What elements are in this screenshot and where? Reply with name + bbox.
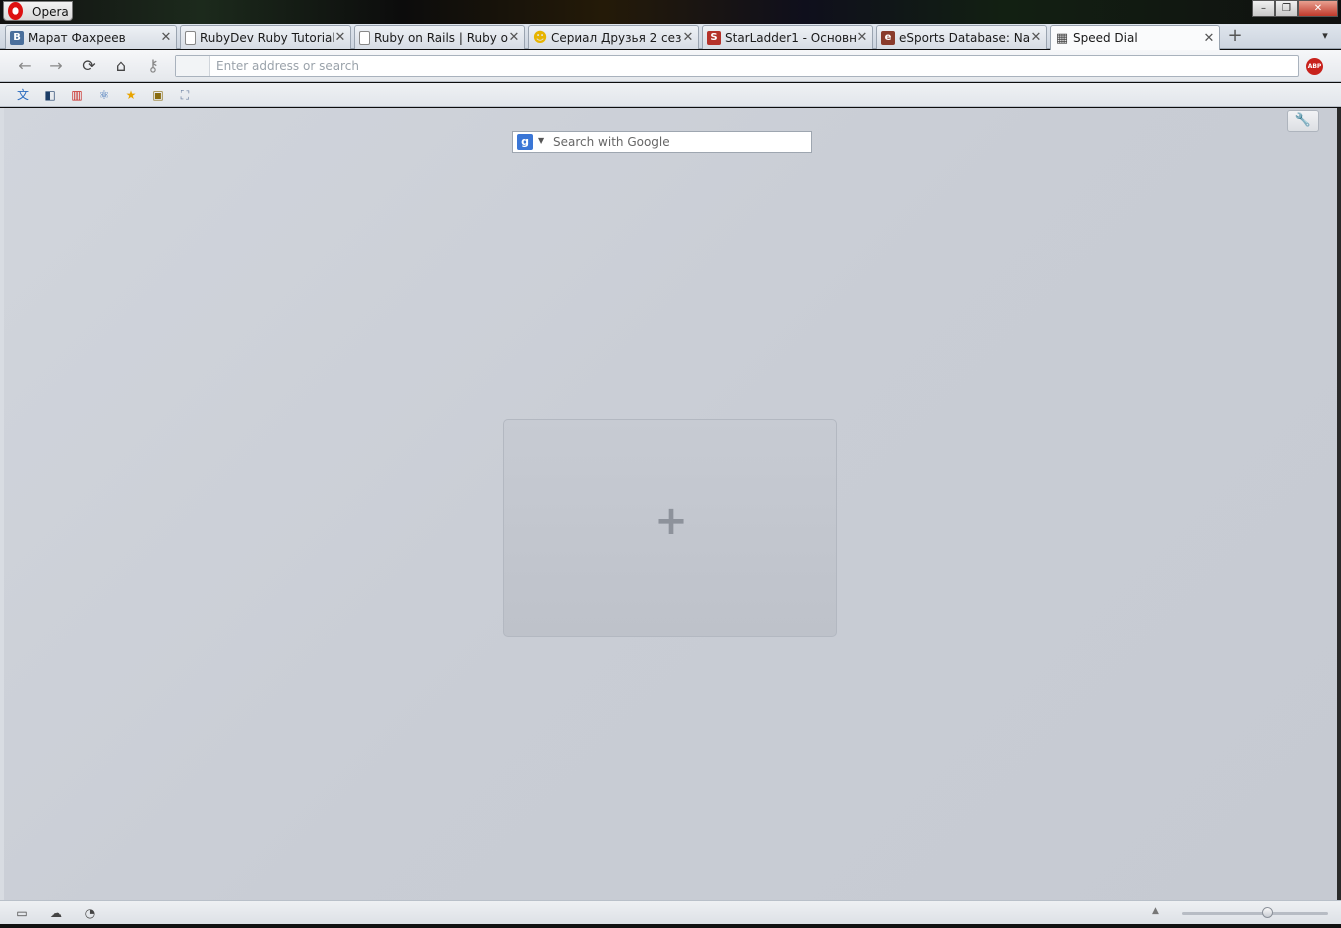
vk-icon: В	[10, 30, 24, 45]
bookmark-translate-icon[interactable]: 文	[15, 87, 31, 103]
tab-title: Speed Dial	[1073, 31, 1138, 45]
starladder-icon: S	[707, 30, 721, 45]
browser-window: Opera – ❐ ✕ В Марат Фахреев ✕ RubyDev Ruby …	[0, 0, 1341, 928]
tab-menu-button[interactable]: ▾	[1316, 29, 1334, 45]
address-bar[interactable]	[175, 55, 1299, 77]
tab-close-icon[interactable]: ✕	[334, 30, 346, 45]
tab[interactable]: Ruby on Rails | Ruby o... ✕	[354, 25, 525, 49]
opera-unite-cloud-icon[interactable]: ☁	[48, 905, 64, 921]
zoom-slider[interactable]	[1182, 912, 1328, 915]
right-window-edge	[1337, 108, 1341, 900]
bookmark-network-icon[interactable]: ⚛	[96, 87, 112, 103]
tab-title: Марат Фахреев	[28, 30, 126, 45]
zoom-up-icon[interactable]: ▲	[1152, 906, 1159, 916]
wrench-icon: 🔧	[1294, 113, 1312, 128]
bookmark-star-icon[interactable]: ★	[123, 87, 139, 103]
opera-turbo-icon[interactable]: ◔	[82, 905, 98, 921]
plus-icon: +	[654, 498, 688, 544]
tab-close-icon[interactable]: ✕	[508, 30, 520, 45]
tab-bar: В Марат Фахреев ✕ RubyDev Ruby Tutorial... ✕…	[0, 24, 1341, 50]
tab-close-icon[interactable]: ✕	[1030, 30, 1042, 45]
tab-close-icon[interactable]: ✕	[1203, 31, 1215, 46]
page-icon	[185, 30, 196, 45]
tab[interactable]: В Марат Фахреев ✕	[5, 25, 177, 49]
minimize-button[interactable]: –	[1252, 0, 1275, 17]
tab[interactable]: S StarLadder1 - Основна...✕	[702, 25, 873, 49]
bookmark-film-icon[interactable]: ▣	[150, 87, 166, 103]
close-window-button[interactable]: ✕	[1298, 0, 1338, 17]
search-engine-dropdown-icon[interactable]: ▼	[538, 136, 544, 145]
esports-icon: e	[881, 30, 895, 45]
panel-toggle-icon[interactable]: ▭	[14, 905, 30, 921]
tab-title: RubyDev Ruby Tutorial...	[200, 30, 334, 45]
smiley-icon: ☻	[532, 29, 548, 46]
tab-title: StarLadder1 - Основна...	[725, 30, 856, 45]
title-bar: Opera – ❐ ✕	[0, 0, 1341, 24]
search-input[interactable]	[553, 132, 808, 152]
bottom-window-edge	[0, 924, 1341, 928]
navigation-bar: ← → ⟳ ⌂ ⚷ ABP	[0, 50, 1341, 82]
zoom-slider-thumb[interactable]	[1262, 907, 1274, 918]
speed-dial-search[interactable]: g ▼	[512, 131, 812, 153]
site-badge[interactable]	[176, 56, 210, 76]
tab[interactable]: ▦ Speed Dial ✕	[1050, 25, 1220, 50]
adblock-plus-button[interactable]: ABP	[1306, 58, 1323, 75]
address-input[interactable]	[216, 56, 1294, 76]
opera-menu-label: Opera	[32, 5, 69, 19]
tab[interactable]: e eSports Database: Natu...✕	[876, 25, 1047, 49]
bookmarks-bar: 文 ◧ ▥ ⚛ ★ ▣ ⛶	[0, 83, 1341, 107]
tab-close-icon[interactable]: ✕	[160, 30, 172, 45]
customize-speed-dial-button[interactable]: 🔧	[1287, 110, 1319, 132]
new-tab-button[interactable]: +	[1222, 27, 1248, 47]
window-controls: – ❐ ✕	[1252, 0, 1338, 18]
tab-title: Ruby on Rails | Ruby o...	[374, 30, 508, 45]
speed-dial-page: 🔧 g ▼ +	[4, 108, 1337, 900]
forward-button[interactable]: →	[43, 55, 69, 77]
speed-dial-icon: ▦	[1055, 30, 1069, 46]
tab-close-icon[interactable]: ✕	[856, 30, 868, 45]
bookmark-bracket-icon[interactable]: ◧	[42, 87, 58, 103]
wand-key-button[interactable]: ⚷	[140, 55, 166, 77]
tab-title: eSports Database: Natu...	[899, 30, 1030, 45]
status-bar: ▭ ☁ ◔ ▲	[0, 900, 1341, 924]
home-button[interactable]: ⌂	[108, 55, 134, 77]
bookmark-fullscreen-icon[interactable]: ⛶	[177, 87, 193, 103]
tab[interactable]: ☻Сериал Друзья 2 сезо...✕	[528, 25, 699, 49]
tab[interactable]: RubyDev Ruby Tutorial... ✕	[180, 25, 351, 49]
tab-title: Сериал Друзья 2 сезо...	[551, 30, 682, 45]
opera-logo-icon	[8, 2, 23, 20]
back-button[interactable]: ←	[12, 55, 38, 77]
reload-button[interactable]: ⟳	[76, 55, 102, 77]
bookmark-red-icon[interactable]: ▥	[69, 87, 85, 103]
add-speed-dial-tile[interactable]: +	[503, 419, 837, 637]
page-icon	[359, 30, 370, 45]
opera-menu-button[interactable]: Opera	[3, 1, 73, 21]
tab-close-icon[interactable]: ✕	[682, 30, 694, 45]
maximize-button[interactable]: ❐	[1275, 0, 1298, 17]
google-icon[interactable]: g	[517, 134, 533, 150]
